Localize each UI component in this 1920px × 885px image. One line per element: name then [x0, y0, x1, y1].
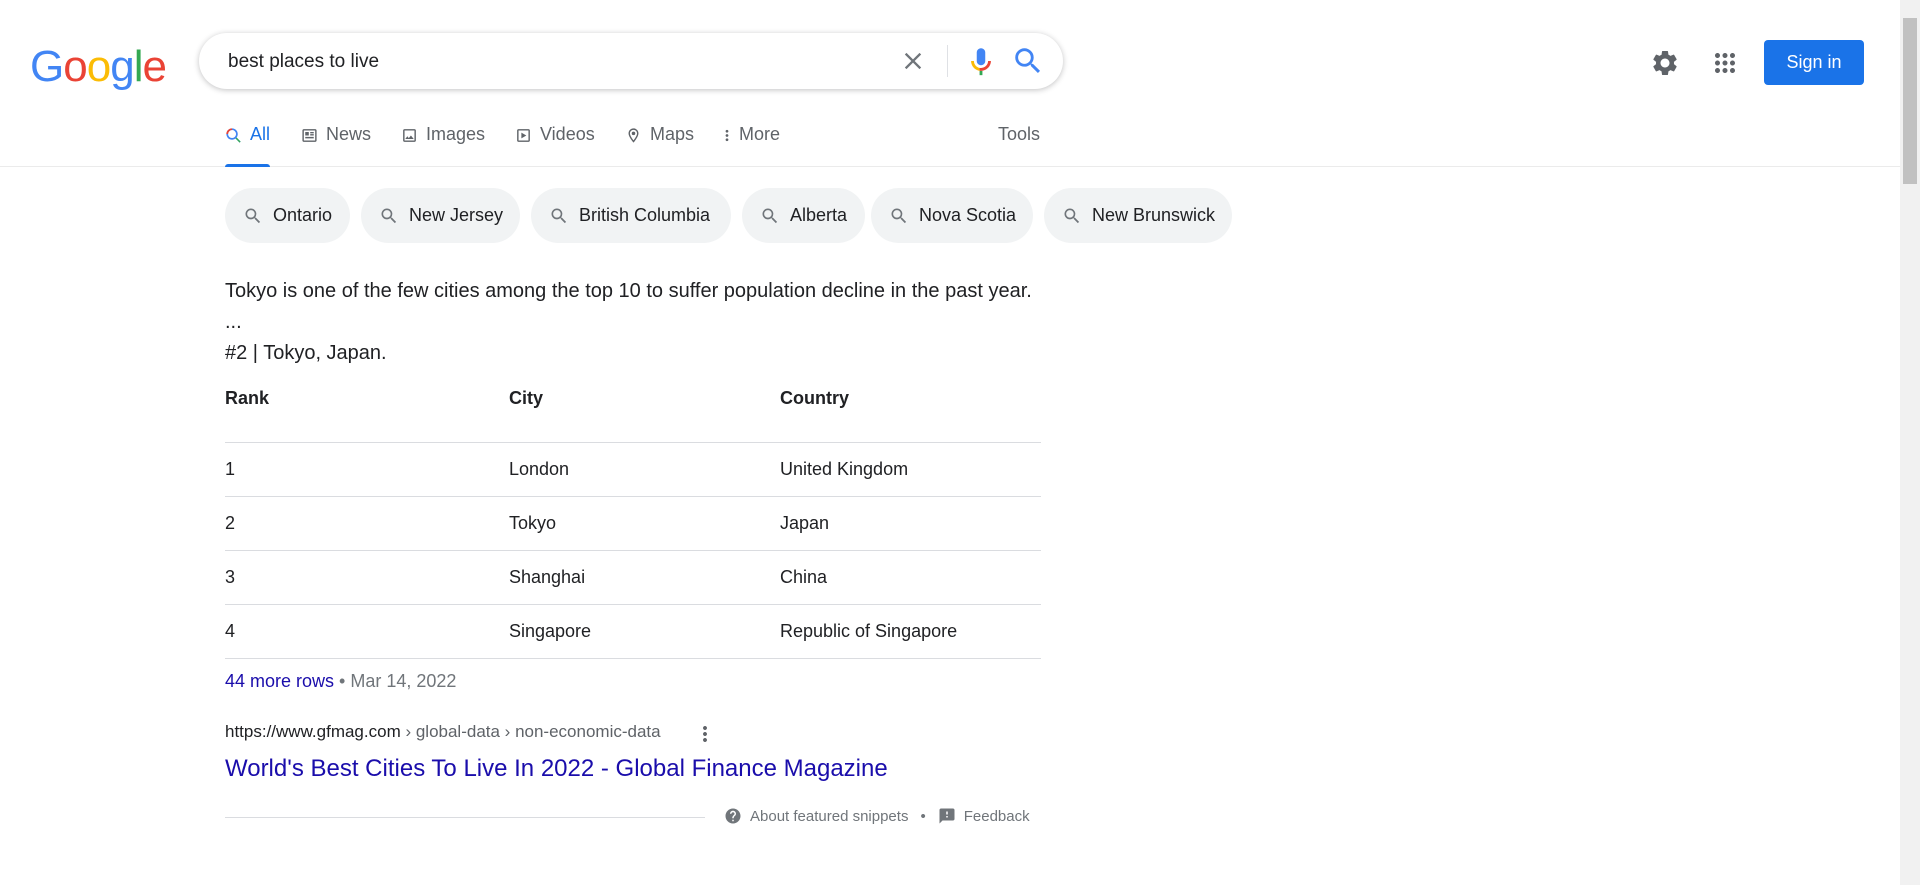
search-divider [947, 45, 948, 77]
search-input[interactable] [226, 43, 870, 81]
chip-ontario[interactable]: Ontario [225, 188, 350, 243]
map-pin-icon [628, 128, 639, 143]
chip-label: Nova Scotia [919, 205, 1017, 225]
about-snippets-link[interactable]: About featured snippets [750, 808, 908, 825]
chip-label: Alberta [790, 205, 848, 225]
search-icon [245, 208, 261, 223]
snippet-footer: About featured snippets • Feedback [724, 807, 1030, 825]
search-icon [381, 208, 397, 223]
settings-gear-icon[interactable] [1650, 48, 1680, 78]
table-row: 3 Shanghai China [225, 550, 1041, 605]
tab-label: More [739, 124, 781, 144]
table-row: 2 Tokyo Japan [225, 496, 1041, 551]
tab-news[interactable]: News [301, 124, 371, 166]
apps-grid-icon[interactable] [1710, 48, 1740, 78]
more-rows-line: 44 more rows • Mar 14, 2022 [225, 671, 456, 692]
search-icon [891, 208, 907, 223]
logo-letter: e [142, 42, 167, 91]
table-cell: Singapore [509, 604, 780, 659]
featured-snippet-text: Tokyo is one of the few cities among the… [225, 276, 1032, 369]
result-title-link[interactable]: World's Best Cities To Live In 2022 - Gl… [225, 755, 888, 783]
table-cell: 2 [225, 496, 509, 551]
chip-nova-scotia[interactable]: Nova Scotia [871, 188, 1033, 243]
chip-label: British Columbia [579, 205, 711, 225]
image-icon [403, 129, 416, 142]
header: Google Sign in All News Images V [0, 0, 1900, 167]
tools-button[interactable]: Tools [998, 124, 1040, 145]
feedback-link[interactable]: Feedback [964, 808, 1030, 825]
table-cell: Tokyo [509, 496, 780, 551]
logo-letter: o [86, 42, 112, 91]
table-cell: Shanghai [509, 550, 780, 605]
separator: • [920, 807, 926, 825]
table-cell: 1 [225, 442, 509, 497]
tab-images[interactable]: Images [401, 124, 485, 166]
table-cell: United Kingdom [780, 442, 1041, 497]
search-box [199, 33, 1063, 89]
news-icon [302, 129, 317, 142]
citation-host: https://www.gfmag.com [225, 722, 401, 741]
logo-letter: l [133, 42, 144, 91]
logo-letter: G [30, 42, 64, 91]
result-citation[interactable]: https://www.gfmag.com › global-data › no… [225, 722, 661, 742]
tab-label: Maps [650, 124, 695, 144]
divider [225, 817, 705, 818]
table-cell: Japan [780, 496, 1041, 551]
tab-videos[interactable]: Videos [515, 124, 595, 166]
search-icon [1064, 208, 1080, 223]
tab-label: News [326, 124, 372, 144]
table-cell: 3 [225, 550, 509, 605]
snippet-line: #2 | Tokyo, Japan. [225, 342, 387, 364]
tab-label: Images [426, 124, 486, 144]
table-cell: London [509, 442, 780, 497]
citation-path: › global-data › non-economic-data [400, 722, 661, 741]
chip-label: New Jersey [409, 205, 504, 225]
table-cell: Republic of Singapore [780, 604, 1041, 659]
clear-icon[interactable] [899, 47, 927, 75]
tab-label: Videos [540, 124, 595, 144]
table-cell: China [780, 550, 1041, 605]
table-row: 1 London United Kingdom [225, 442, 1041, 497]
chip-new-jersey[interactable]: New Jersey [361, 188, 520, 243]
search-icon [551, 208, 567, 223]
microphone-icon[interactable] [964, 44, 998, 78]
google-logo[interactable]: Google [30, 42, 167, 92]
column-header: Country [780, 388, 849, 408]
separator: • [334, 671, 351, 691]
chip-label: Ontario [273, 205, 333, 225]
search-icon [762, 208, 778, 223]
table-cell: 4 [225, 604, 509, 659]
table-row: 4 Singapore Republic of Singapore [225, 604, 1041, 659]
snippet-date: Mar 14, 2022 [350, 671, 457, 691]
snippet-line: ... [225, 311, 242, 333]
chip-new-brunswick[interactable]: New Brunswick [1044, 188, 1232, 243]
snippet-table: Rank City Country 1 London United Kingdo… [225, 388, 1041, 659]
more-options-icon[interactable] [695, 722, 715, 746]
more-vert-icon [725, 129, 729, 142]
tab-more[interactable]: More [723, 124, 780, 166]
logo-letter: g [110, 42, 135, 91]
feedback-icon [939, 808, 955, 824]
column-header: City [509, 388, 544, 408]
table-header-row: Rank City Country [225, 388, 1041, 443]
snippet-line: Tokyo is one of the few cities among the… [225, 280, 1032, 302]
logo-letter: o [63, 42, 88, 91]
chip-alberta[interactable]: Alberta [742, 188, 865, 243]
scrollbar-thumb[interactable] [1903, 18, 1917, 184]
video-icon [517, 129, 530, 142]
search-icon[interactable] [1011, 44, 1045, 78]
help-icon [725, 808, 741, 824]
tab-all[interactable]: All [225, 124, 271, 167]
tab-label: All [250, 124, 271, 144]
more-rows-link[interactable]: 44 more rows [225, 671, 334, 691]
chip-british-columbia[interactable]: British Columbia [531, 188, 731, 243]
chip-label: New Brunswick [1092, 205, 1216, 225]
tab-maps[interactable]: Maps [625, 124, 694, 166]
sign-in-button[interactable]: Sign in [1764, 40, 1864, 85]
search-icon [226, 128, 241, 143]
column-header: Rank [225, 388, 270, 408]
